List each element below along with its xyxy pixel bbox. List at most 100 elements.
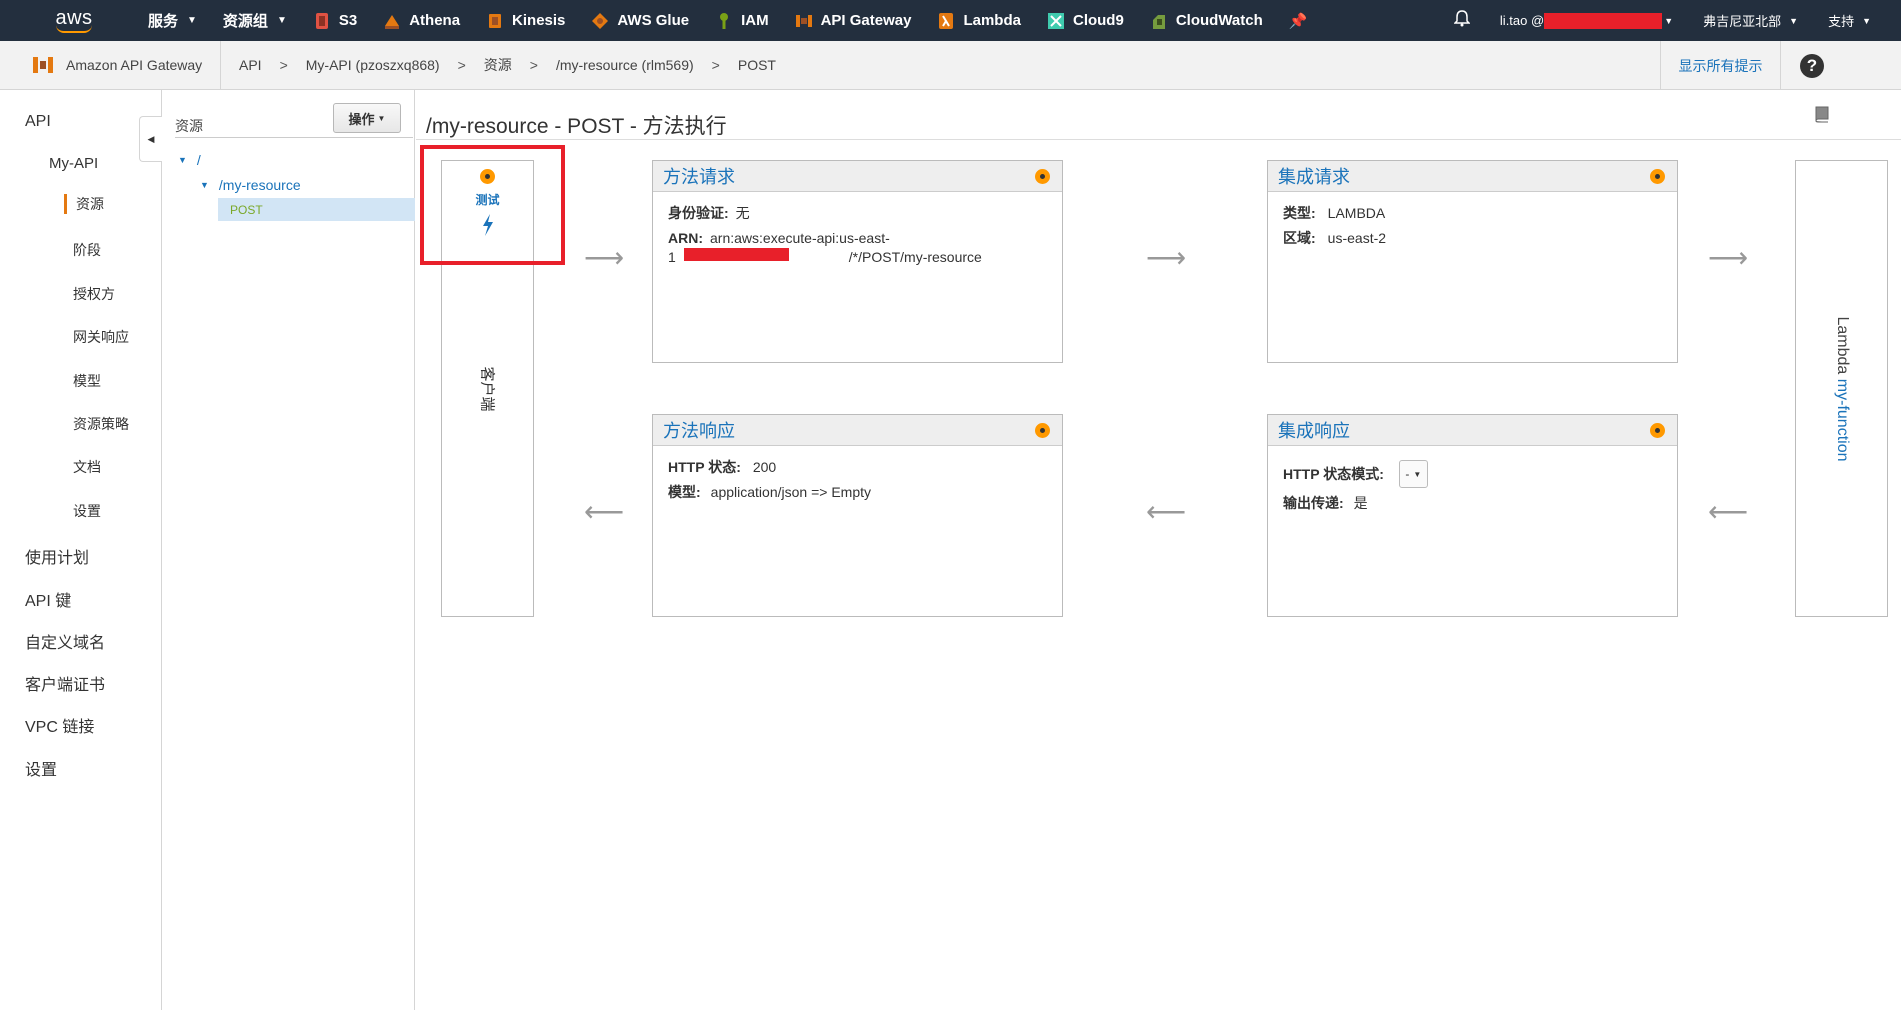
nav-my-api[interactable]: My-API xyxy=(49,155,98,172)
lambda-column: Lambda my-function xyxy=(1795,160,1888,617)
region-label: 弗吉尼亚北部 xyxy=(1703,14,1782,29)
pin-icon[interactable]: 📌 xyxy=(1289,12,1308,30)
arn-value-line2-end: /*/POST/my-resource xyxy=(848,249,982,265)
actions-button[interactable]: 操作 ▼ xyxy=(333,103,401,133)
integration-request-panel[interactable]: 集成请求 类型: LAMBDA 区域: us-east-2 xyxy=(1267,160,1678,363)
nav-authorizers[interactable]: 授权方 xyxy=(73,284,115,304)
method-execution-main: /my-resource - POST - 方法执行 客户端 测试 方法请求 身… xyxy=(416,90,1901,1010)
left-nav: API My-API 资源 阶段 授权方 网关响应 模型 资源策略 文档 设置 … xyxy=(0,90,162,1010)
resource-groups-menu[interactable]: 资源组 ▼ xyxy=(223,10,287,31)
integration-request-header[interactable]: 集成请求 xyxy=(1268,161,1677,192)
arrow-right-icon: ⟶ xyxy=(584,242,625,273)
status-pattern-value: - xyxy=(1405,466,1410,481)
breadcrumb-bar: Amazon API Gateway API > My-API (pzoszxq… xyxy=(0,40,1901,90)
expand-icon[interactable]: ▼ xyxy=(178,155,187,165)
chevron-down-icon: ▼ xyxy=(1789,15,1799,26)
api-gateway-icon xyxy=(33,57,53,73)
pinned-lambda[interactable]: Lambda xyxy=(937,12,1021,30)
nav-settings-sub[interactable]: 设置 xyxy=(73,501,101,521)
pinned-kinesis[interactable]: Kinesis xyxy=(486,12,565,30)
chevron-down-icon: ▼ xyxy=(377,113,386,123)
nav-models[interactable]: 模型 xyxy=(73,371,101,391)
services-menu[interactable]: 服务 ▼ xyxy=(148,10,197,31)
lambda-function-link[interactable]: my-function xyxy=(1834,378,1851,461)
user-menu[interactable]: li.tao @ ▼ xyxy=(1500,12,1673,29)
nav-client-certificates[interactable]: 客户端证书 xyxy=(25,671,105,695)
pinned-s3[interactable]: S3 xyxy=(313,12,357,30)
breadcrumb-resource[interactable]: /my-resource (rlm569) xyxy=(556,57,694,73)
nav-stages[interactable]: 阶段 xyxy=(73,240,101,260)
integration-response-header[interactable]: 集成响应 xyxy=(1268,415,1677,446)
resources-heading: 资源 xyxy=(175,118,203,134)
status-dot-icon xyxy=(1035,169,1050,184)
arrow-left-icon: ⟵ xyxy=(584,496,625,527)
breadcrumb-method: POST xyxy=(737,57,776,73)
redacted-account-id xyxy=(683,248,789,261)
nav-resource-policy[interactable]: 资源策略 xyxy=(73,414,129,434)
service-home[interactable]: Amazon API Gateway xyxy=(0,40,221,90)
page-title: /my-resource - POST - 方法执行 xyxy=(426,115,727,138)
method-response-header[interactable]: 方法响应 xyxy=(653,415,1062,446)
chevron-down-icon: ▼ xyxy=(1413,469,1422,479)
pinned-iam[interactable]: IAM xyxy=(715,12,769,30)
region-menu[interactable]: 弗吉尼亚北部 ▼ xyxy=(1703,11,1798,30)
services-label: 服务 xyxy=(148,13,179,30)
breadcrumb-api[interactable]: API xyxy=(239,57,262,73)
type-value: LAMBDA xyxy=(1327,205,1386,221)
nav-custom-domains[interactable]: 自定义域名 xyxy=(25,629,105,653)
method-request-title[interactable]: 方法请求 xyxy=(663,163,735,189)
s3-icon xyxy=(315,12,328,29)
help-icon[interactable]: ? xyxy=(1800,54,1824,78)
nav-api[interactable]: API xyxy=(25,113,51,131)
integration-response-panel[interactable]: 集成响应 HTTP 状态模式: - ▼ 输出传递: 是 xyxy=(1267,414,1678,617)
pinned-athena[interactable]: Athena xyxy=(383,12,460,30)
pinned-cloudwatch[interactable]: CloudWatch xyxy=(1150,12,1263,30)
integration-response-title[interactable]: 集成响应 xyxy=(1278,417,1350,443)
region-label: 区域: xyxy=(1283,230,1316,246)
breadcrumb-my-api[interactable]: My-API (pzoszxq868) xyxy=(306,57,440,73)
arrow-left-icon: ⟵ xyxy=(1708,496,1749,527)
nav-gateway-responses[interactable]: 网关响应 xyxy=(73,327,129,347)
book-icon[interactable] xyxy=(1812,104,1832,124)
nav-documentation[interactable]: 文档 xyxy=(73,457,101,477)
chevron-down-icon: ▼ xyxy=(187,15,197,26)
resource-tree-panel: 资源 操作 ▼ ▼ / ▼ /my-resource POST xyxy=(163,90,415,1010)
tree-method-post[interactable]: POST xyxy=(218,198,415,221)
arn-value-line2-start: 1 xyxy=(668,249,676,265)
breadcrumb-resources[interactable]: 资源 xyxy=(484,55,512,75)
method-response-title[interactable]: 方法响应 xyxy=(663,417,735,443)
collapse-nav-button[interactable]: ◀ xyxy=(139,116,162,162)
show-all-tips-link[interactable]: 显示所有提示 xyxy=(1660,41,1781,90)
pinned-label: S3 xyxy=(338,12,358,29)
nav-usage-plans[interactable]: 使用计划 xyxy=(25,544,89,568)
redacted-account xyxy=(1544,12,1663,29)
integration-request-title[interactable]: 集成请求 xyxy=(1278,163,1350,189)
status-pattern-label: HTTP 状态模式: xyxy=(1283,465,1384,482)
athena-icon xyxy=(385,14,400,29)
status-pattern-select[interactable]: - ▼ xyxy=(1398,460,1428,488)
pinned-label: Lambda xyxy=(963,12,1021,29)
cloud9-icon xyxy=(1047,12,1064,29)
aws-logo[interactable]: aws xyxy=(34,0,114,41)
tree-root[interactable]: ▼ / xyxy=(178,152,201,168)
nav-vpc-links[interactable]: VPC 链接 xyxy=(25,713,94,737)
kinesis-icon xyxy=(489,13,502,28)
nav-resources[interactable]: 资源 xyxy=(64,194,104,214)
expand-icon[interactable]: ▼ xyxy=(200,180,209,190)
pinned-cloud9[interactable]: Cloud9 xyxy=(1047,12,1124,30)
pinned-aws-glue[interactable]: AWS Glue xyxy=(591,12,689,30)
api-gateway-icon xyxy=(795,14,812,27)
tree-resource[interactable]: ▼ /my-resource xyxy=(200,177,301,193)
nav-settings[interactable]: 设置 xyxy=(25,756,57,780)
pinned-api-gateway[interactable]: API Gateway xyxy=(795,12,912,30)
method-request-panel[interactable]: 方法请求 身份验证: 无 ARN: arn:aws:execute-api:us-e… xyxy=(652,160,1063,363)
pinned-label: API Gateway xyxy=(820,12,912,29)
nav-api-keys[interactable]: API 键 xyxy=(25,587,71,611)
type-label: 类型: xyxy=(1283,205,1316,221)
arrow-right-icon: ⟶ xyxy=(1146,242,1187,273)
bell-icon[interactable] xyxy=(1453,9,1471,32)
method-response-panel[interactable]: 方法响应 HTTP 状态: 200 模型: application/json => … xyxy=(652,414,1063,617)
chevron-down-icon: ▼ xyxy=(276,15,287,26)
support-menu[interactable]: 支持 ▼ xyxy=(1828,11,1871,30)
method-request-header[interactable]: 方法请求 xyxy=(653,161,1062,192)
